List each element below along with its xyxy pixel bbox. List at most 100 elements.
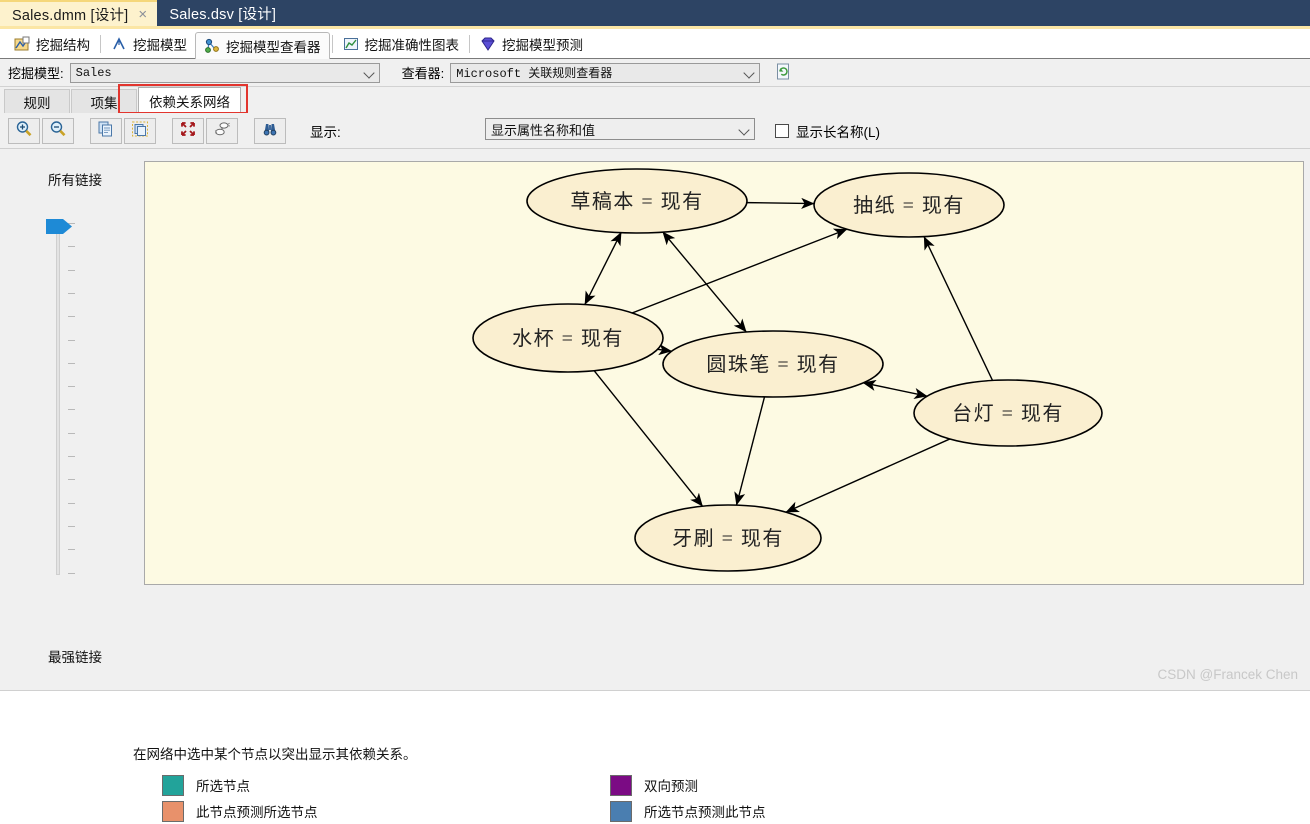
document-tab-sales-dsv[interactable]: Sales.dsv [设计] — [157, 0, 286, 26]
tab-mining-structure[interactable]: 挖掘结构 — [6, 32, 98, 56]
legend-label: 双向预测 — [644, 779, 698, 794]
graph-node-label: 牙刷 = 现有 — [672, 527, 784, 550]
copy-icon — [97, 120, 115, 141]
copy-selection-button[interactable] — [124, 117, 156, 144]
legend-item-bidirectional: 双向预测 — [610, 772, 766, 798]
tab-separator — [100, 34, 101, 53]
document-tab-label: Sales.dmm [设计] — [12, 7, 129, 24]
node-layout-icon — [213, 120, 231, 141]
graph-edge — [923, 236, 994, 381]
selector-bar: 挖掘模型: Sales 查看器: Microsoft 关联规则查看器 — [0, 59, 1310, 87]
viewer-dropdown[interactable]: Microsoft 关联规则查看器 — [450, 62, 761, 83]
tab-model-prediction[interactable]: 挖掘模型预测 — [472, 32, 591, 56]
tab-separator — [331, 34, 333, 53]
graph-edge — [785, 438, 951, 513]
graph-node-label: 草稿本 = 现有 — [570, 190, 703, 213]
refresh-button[interactable] — [774, 63, 792, 83]
sub-tab-label: 规则 — [23, 95, 51, 111]
sub-tab-rules[interactable]: 规则 — [4, 89, 70, 113]
zoom-in-button[interactable] — [8, 117, 40, 144]
model-prediction-icon — [480, 36, 496, 52]
binoculars-icon — [261, 120, 279, 141]
slider-ticks — [68, 223, 77, 579]
sub-tab-label: 项集 — [90, 95, 118, 111]
copy-selection-icon — [131, 120, 149, 141]
graph-edge — [584, 231, 622, 305]
legend-item-selected-predicts: 所选节点预测此节点 — [610, 798, 766, 824]
slider-top-label: 所有链接 — [48, 173, 102, 188]
tab-label: 挖掘模型查看器 — [226, 39, 321, 55]
mining-structure-icon — [14, 36, 30, 52]
graph-node-label: 抽纸 = 现有 — [853, 194, 965, 217]
viewer-value: Microsoft 关联规则查看器 — [456, 67, 613, 81]
chevron-down-icon — [363, 66, 376, 79]
tab-separator — [469, 34, 470, 53]
graph-node[interactable]: 抽纸 = 现有 — [813, 172, 1005, 238]
tab-mining-model-viewer[interactable]: 挖掘模型查看器 — [195, 31, 330, 59]
graph-edge — [593, 370, 704, 507]
graph-node-label: 圆珠笔 = 现有 — [706, 353, 839, 376]
accuracy-chart-icon — [343, 36, 359, 52]
zoom-out-icon — [49, 120, 67, 141]
close-icon[interactable]: × — [138, 7, 147, 22]
display-mode-value: 显示属性名称和值 — [491, 122, 596, 138]
graph-edge — [662, 231, 747, 333]
sub-tab-bar: 规则 项集 依赖关系网络 — [0, 87, 1310, 113]
graph-node-label: 台灯 = 现有 — [952, 402, 1064, 425]
legend-label: 所选节点预测此节点 — [644, 805, 766, 820]
sub-tab-dependency-network[interactable]: 依赖关系网络 — [138, 87, 241, 113]
graph-node-label: 水杯 = 现有 — [512, 327, 624, 350]
document-tab-strip: Sales.dmm [设计] × Sales.dsv [设计] — [0, 0, 286, 26]
graph-edge — [631, 228, 848, 314]
mining-model-icon — [111, 36, 127, 52]
document-tab-label: Sales.dsv [设计] — [169, 6, 277, 23]
copy-graph-button[interactable] — [90, 117, 122, 144]
zoom-out-button[interactable] — [42, 117, 74, 144]
slider-bottom-label: 最强链接 — [48, 650, 102, 665]
graph-node[interactable]: 牙刷 = 现有 — [634, 504, 822, 572]
graph-node[interactable]: 草稿本 = 现有 — [526, 168, 748, 234]
tab-label: 挖掘模型 — [133, 37, 187, 53]
slider-thumb[interactable] — [46, 218, 73, 235]
bottom-border — [0, 690, 1310, 705]
display-mode-dropdown[interactable]: 显示属性名称和值 — [485, 118, 755, 140]
tab-mining-model[interactable]: 挖掘模型 — [103, 32, 195, 56]
tab-label: 挖掘准确性图表 — [364, 37, 460, 53]
refresh-document-icon — [776, 63, 791, 83]
sub-tab-itemsets[interactable]: 项集 — [71, 89, 137, 113]
show-long-names-checkbox[interactable]: 显示长名称(L) — [775, 121, 880, 141]
find-node-button[interactable] — [254, 117, 286, 144]
link-strength-slider-panel: 所有链接 最强链接 — [6, 149, 144, 679]
show-long-names-label: 显示长名称(L) — [796, 125, 880, 140]
zoom-in-icon — [15, 120, 33, 141]
checkbox-box[interactable] — [775, 124, 789, 138]
watermark: CSDN @Francek Chen — [1157, 667, 1299, 682]
selection-hint-text: 在网络中选中某个节点以突出显示其依赖关系。 — [133, 747, 417, 762]
graph-node[interactable]: 水杯 = 现有 — [472, 303, 664, 373]
legend-swatch — [610, 800, 632, 822]
tab-label: 挖掘模型预测 — [502, 37, 583, 53]
legend-left-column: 所选节点 此节点预测所选节点 — [162, 772, 318, 824]
view-tab-bar: 挖掘结构 挖掘模型 挖掘模型查看器 挖掘准确性图表 挖掘模型预测 — [0, 29, 1310, 59]
layout-button[interactable] — [206, 117, 238, 144]
graph-node[interactable]: 台灯 = 现有 — [913, 379, 1103, 447]
viewer-body: 所有链接 最强链接 草稿本 = 现有 抽纸 = 现有水杯 = 现有圆珠笔 = 现有… — [0, 149, 1310, 822]
graph-edge — [734, 396, 766, 506]
fit-screen-icon — [179, 120, 197, 141]
graph-node[interactable]: 圆珠笔 = 现有 — [662, 330, 884, 398]
mining-model-dropdown[interactable]: Sales — [69, 62, 380, 83]
mining-model-label: 挖掘模型: — [8, 66, 64, 81]
dependency-network-canvas[interactable]: 草稿本 = 现有 抽纸 = 现有水杯 = 现有圆珠笔 = 现有台灯 = 现有牙刷 … — [144, 161, 1304, 585]
tab-label: 挖掘结构 — [36, 37, 90, 53]
tab-accuracy-chart[interactable]: 挖掘准确性图表 — [335, 32, 468, 56]
document-tab-sales-dmm[interactable]: Sales.dmm [设计] × — [0, 0, 158, 26]
legend-item-selected-node: 所选节点 — [162, 772, 318, 798]
dependency-network-graph[interactable]: 草稿本 = 现有 抽纸 = 现有水杯 = 现有圆珠笔 = 现有台灯 = 现有牙刷 … — [145, 162, 1303, 584]
mining-model-value: Sales — [75, 65, 112, 80]
slider-track[interactable] — [56, 225, 60, 575]
legend-right-column: 双向预测 所选节点预测此节点 — [610, 772, 766, 824]
viewer-label: 查看器: — [401, 66, 445, 81]
legend-label: 所选节点 — [196, 779, 250, 794]
fit-to-screen-button[interactable] — [172, 117, 204, 144]
title-bar: Sales.dmm [设计] × Sales.dsv [设计] — [0, 0, 1310, 26]
